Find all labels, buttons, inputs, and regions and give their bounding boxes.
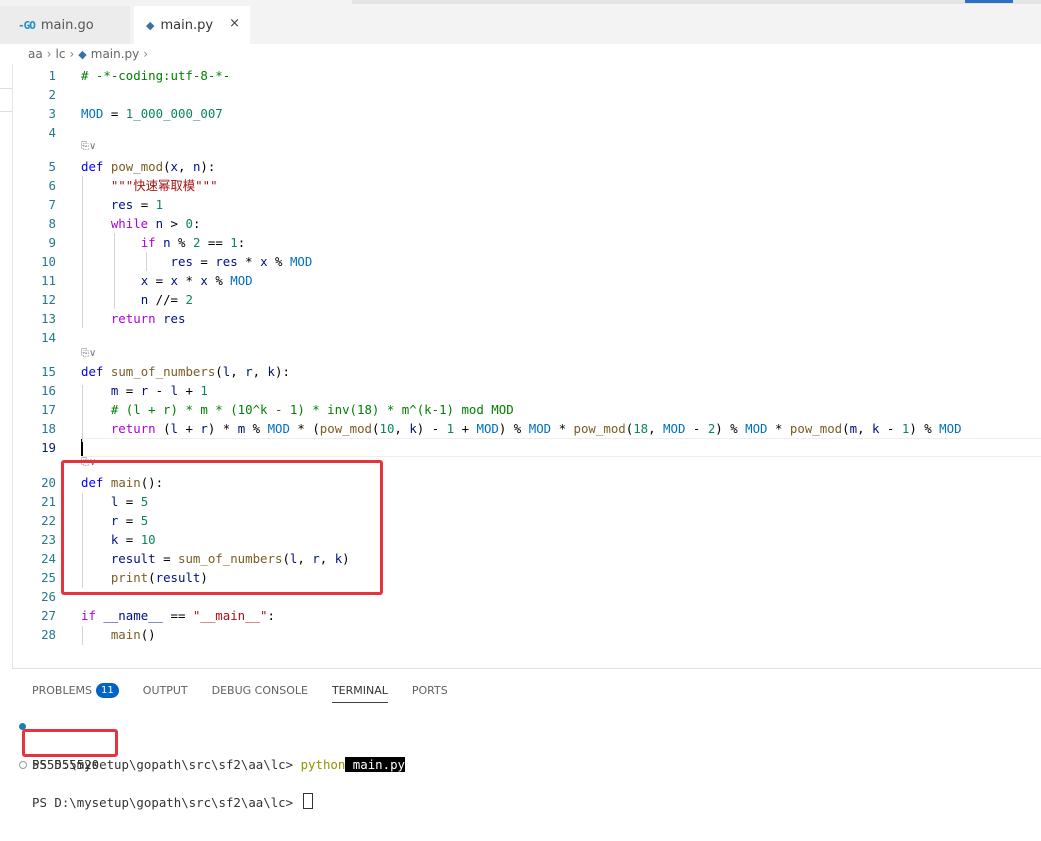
terminal-line[interactable]: PS D:\mysetup\gopath\src\sf2\aa\lc> [12,755,1041,831]
chevron-right-icon: › [46,47,52,61]
code-line: 17 # (l + r) * m * (10^k - 1) * inv(18) … [0,400,1041,419]
line-number: 10 [41,254,56,269]
line-number: 24 [41,551,56,566]
code-line: 2 [0,85,1041,104]
python-icon: ◆ [78,47,87,61]
code-line: 13 return res [0,309,1041,328]
tab-label: PROBLEMS [32,683,93,697]
line-number: 12 [41,292,56,307]
line-number: 18 [41,421,56,436]
highlight-box-output [22,729,118,757]
command-pending-icon [19,761,27,769]
line-number: 13 [41,311,56,326]
python-icon: ◆ [146,18,155,32]
highlight-box-main-function [61,460,383,595]
line-number: 3 [48,106,56,121]
code-lens[interactable]: ⎘∨ [81,348,96,359]
line-number: 26 [41,589,56,604]
code-line: 6 """快速幂取模""" [0,176,1041,195]
breadcrumb: aa › lc › ◆ main.py › [0,44,1041,64]
line-number: 6 [48,178,56,193]
problems-count-badge: 11 [96,682,119,698]
line-number: 27 [41,608,56,623]
line-number: 17 [41,402,56,417]
code-line: 8 while n > 0: [0,214,1041,233]
line-number: 21 [41,494,56,509]
terminal-cursor [302,793,313,809]
code-line: 11 x = x * x % MOD [0,271,1041,290]
line-number: 28 [41,627,56,642]
code-line: 7 res = 1 [0,195,1041,214]
breadcrumb-item-lc[interactable]: lc [56,47,66,61]
line-number: 25 [41,570,56,585]
line-number: 9 [48,235,56,250]
code-line: 15 def sum_of_numbers(l, r, k): [0,362,1041,381]
editor-tab-bar: -GO main.go ◆ main.py × [0,0,1041,44]
tab-label: OUTPUT [142,683,188,697]
line-number: 16 [41,383,56,398]
tab-main-py[interactable]: ◆ main.py × [134,6,250,44]
line-number: 1 [48,68,56,83]
tab-label: main.py [160,17,214,33]
tab-label: main.go [40,17,94,33]
tab-label: TERMINAL [331,683,388,697]
code-line: 5 def pow_mod(x, n): [0,157,1041,176]
tab-problems[interactable]: PROBLEMS 11 [32,679,119,701]
code-line: 1 # -*-coding:utf-8-*- [0,66,1041,85]
breadcrumb-item-aa[interactable]: aa [28,47,43,61]
line-number: 19 [41,440,56,455]
chevron-right-icon: › [69,47,75,61]
tab-output[interactable]: OUTPUT [143,679,188,701]
title-strip [352,0,1041,4]
tab-terminal[interactable]: TERMINAL [331,679,388,703]
code-line: 27 if __name__ == "__main__": [0,606,1041,625]
breadcrumb-item-file[interactable]: main.py [91,47,140,61]
code-line: 12 n //= 2 [0,290,1041,309]
code-line: 28 main() [0,625,1041,644]
code-line: 9 if n % 2 == 1: [0,233,1041,252]
close-icon[interactable]: × [229,16,240,31]
line-number: 11 [41,273,56,288]
code-lens[interactable]: ⎘∨ [81,141,96,152]
line-number: 15 [41,364,56,379]
line-number: 5 [48,159,56,174]
panel-tabs: PROBLEMS 11 OUTPUT DEBUG CONSOLE TERMINAL… [32,679,472,703]
line-number: 2 [48,87,56,102]
tab-label: DEBUG CONSOLE [211,683,308,697]
code-line: 3 MOD = 1_000_000_007 [0,104,1041,123]
bottom-panel: PROBLEMS 11 OUTPUT DEBUG CONSOLE TERMINAL… [12,668,1041,841]
chevron-right-icon: › [143,47,149,61]
go-icon: -GO [18,18,36,32]
terminal-prompt: PS D:\mysetup\gopath\src\sf2\aa\lc> [32,795,301,810]
code-line: 19 [0,438,1041,457]
line-number: 8 [48,216,56,231]
line-number: 14 [41,330,56,345]
tab-label: PORTS [411,683,448,697]
tab-ports[interactable]: PORTS [412,679,448,701]
code-line: 4 [0,123,1041,142]
accent-bar [965,0,1013,3]
code-line: 10 res = res * x % MOD [0,252,1041,271]
code-line: 16 m = r - l + 1 [0,381,1041,400]
tab-main-go[interactable]: -GO main.go [0,6,130,44]
line-number: 4 [48,125,56,140]
tab-debug-console[interactable]: DEBUG CONSOLE [212,679,308,701]
code-line: 18 return (l + r) * m % MOD * (pow_mod(1… [0,419,1041,438]
line-number: 7 [48,197,56,212]
line-number: 22 [41,513,56,528]
line-number: 20 [41,475,56,490]
code-line: 14 [0,328,1041,347]
line-number: 23 [41,532,56,547]
